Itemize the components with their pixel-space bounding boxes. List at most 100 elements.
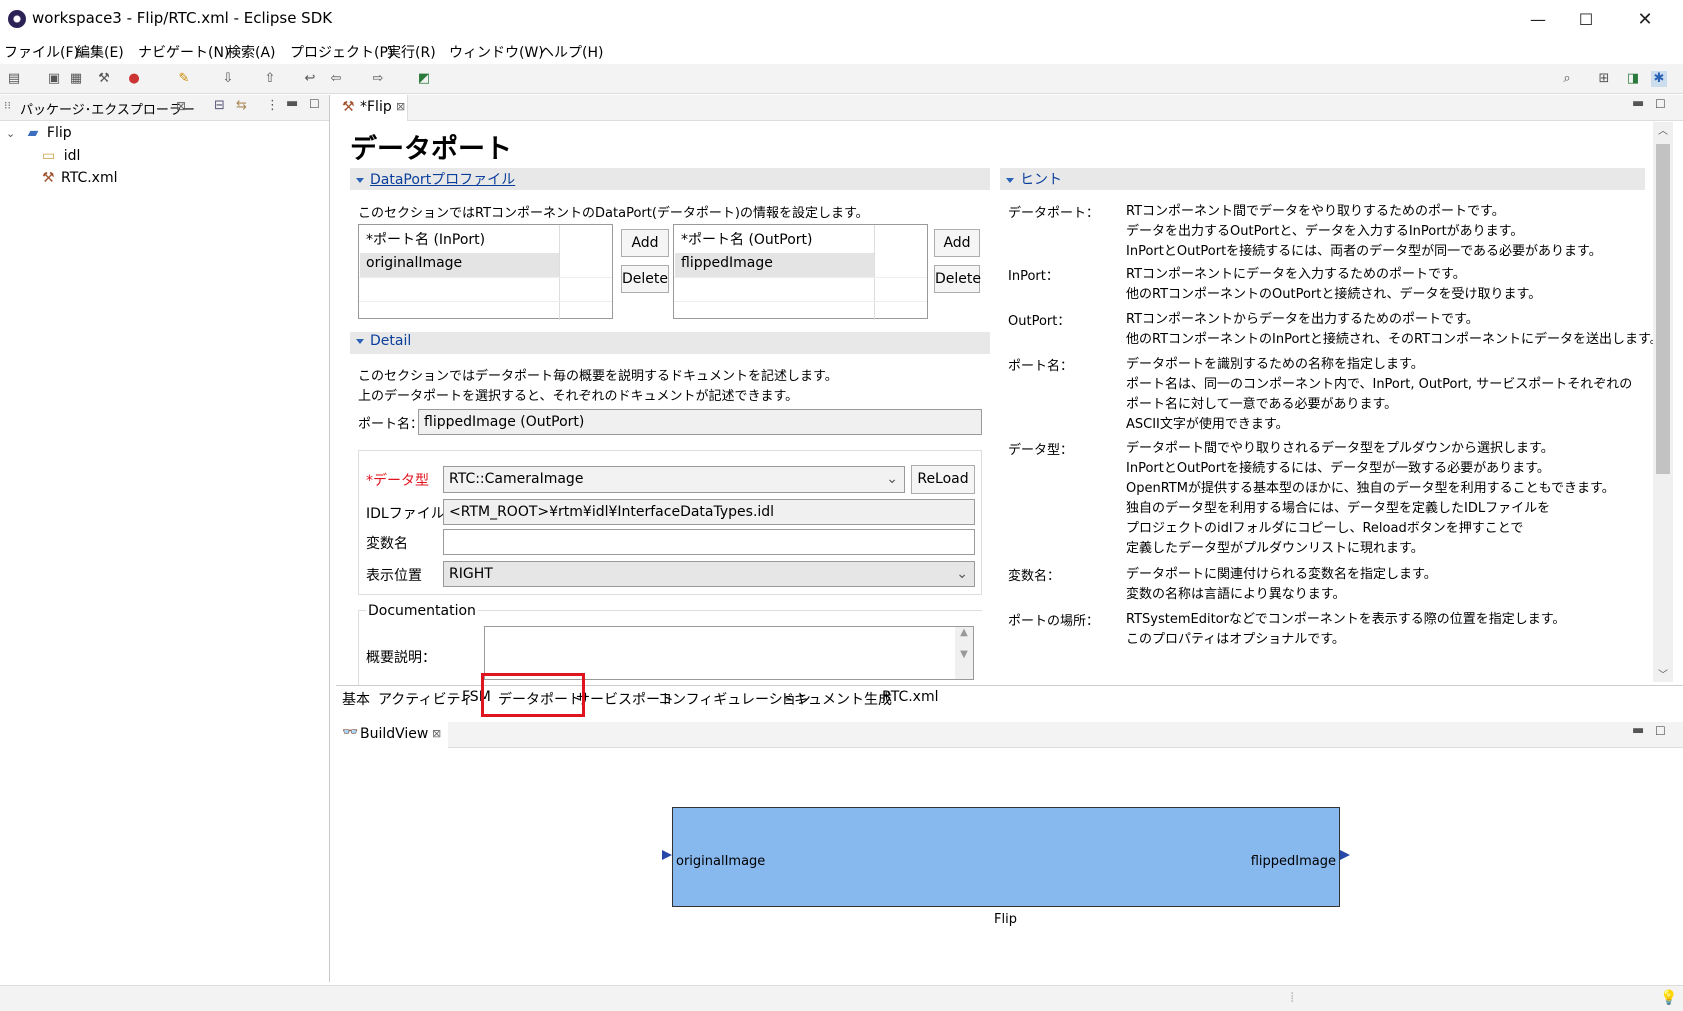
summary-textarea[interactable]: ▲ ▼: [484, 626, 974, 680]
last-edit-icon[interactable]: ↩: [302, 71, 318, 87]
position-select[interactable]: RIGHT ⌄: [443, 561, 975, 587]
menu-edit[interactable]: 編集(E): [76, 42, 124, 62]
datatype-select[interactable]: RTC::CameraImage ⌄: [443, 466, 905, 493]
buildview-tab[interactable]: 👓 BuildView ⊠: [336, 722, 448, 748]
tab-rtc-xml[interactable]: RTC.xml: [882, 689, 938, 705]
forward-icon[interactable]: ⇨: [370, 71, 386, 87]
next-annotation-icon[interactable]: ⇩: [220, 71, 236, 87]
hint-line: 独自のデータ型を利用する場合には、データ型を定義したIDLファイルを: [1126, 501, 1551, 516]
collapse-all-icon[interactable]: ⊟: [214, 98, 225, 113]
hint-section-title: ヒント: [1020, 172, 1062, 188]
back-icon[interactable]: ⇦: [328, 71, 344, 87]
hint-line: 変数の名称は言語により異なります。: [1126, 587, 1346, 602]
expand-chevron-icon[interactable]: ⌄: [6, 127, 15, 140]
search-icon[interactable]: ⌕: [1559, 71, 1575, 87]
folder-icon: ▭: [42, 148, 56, 164]
hint-line: ポート名に対して一意である必要があります。: [1126, 397, 1398, 412]
reload-button[interactable]: ReLoad: [911, 465, 975, 494]
menu-run[interactable]: 実行(R): [387, 42, 436, 62]
hint-line: ASCII文字が使用できます。: [1126, 417, 1289, 432]
outport-row[interactable]: flippedImage: [674, 255, 773, 271]
scrollbar-thumb[interactable]: [1656, 144, 1670, 474]
menu-file[interactable]: ファイル(F): [4, 42, 79, 62]
add-outport-button[interactable]: Add: [934, 229, 980, 257]
prev-annotation-icon[interactable]: ⇧: [262, 71, 278, 87]
editor-tab-active[interactable]: ⚒ *Flip ⊠: [336, 95, 408, 121]
menu-search[interactable]: 検索(A): [227, 42, 276, 62]
expand-icon: [1006, 177, 1014, 183]
editor-scrollbar[interactable]: ︿ ﹀: [1653, 122, 1673, 682]
variable-name-label: 変数名: [366, 536, 408, 552]
tab-basic[interactable]: 基本: [342, 689, 370, 709]
close-icon[interactable]: ⊠: [176, 99, 186, 113]
hint-section-toggle[interactable]: ヒント: [1006, 169, 1062, 189]
tree-item-idl[interactable]: ▭ idl: [42, 148, 80, 164]
close-icon[interactable]: ⊠: [432, 727, 441, 740]
title-bar: workspace3 - Flip/RTC.xml - Eclipse SDK …: [0, 0, 1683, 40]
hint-section-bar: [1000, 168, 1645, 190]
debug-icon[interactable]: ●: [126, 71, 142, 87]
hint-line: RTコンポーネント間でデータをやり取りするためのポートです。: [1126, 204, 1505, 219]
rtc-xml-icon: ⚒: [342, 99, 355, 115]
hint-line: RTコンポーネントからデータを出力するためのポートです。: [1126, 312, 1479, 327]
scroll-down-icon[interactable]: ﹀: [1653, 666, 1673, 682]
detail-section-toggle[interactable]: Detail: [356, 333, 411, 349]
menu-window[interactable]: ウィンドウ(W): [449, 42, 544, 62]
textarea-scrollbar[interactable]: ▲ ▼: [955, 627, 973, 679]
view-menu-icon[interactable]: ⋮: [266, 98, 279, 113]
maximize-view-icon[interactable]: ☐: [1655, 97, 1666, 111]
outport-header[interactable]: *ポート名 (OutPort): [674, 229, 813, 249]
save-icon[interactable]: ▣: [46, 71, 62, 87]
menu-project[interactable]: プロジェクト(P): [290, 42, 393, 62]
profile-section-toggle[interactable]: DataPortプロファイル: [356, 169, 515, 189]
outport-label: flippedImage: [1250, 854, 1336, 869]
chevron-down-icon: ⌄: [956, 566, 968, 582]
hint-key: データ型：: [1008, 443, 1074, 458]
inport-marker[interactable]: [662, 850, 672, 860]
variable-name-input[interactable]: [443, 529, 975, 555]
minimize-view-icon[interactable]: ▬: [286, 96, 298, 111]
inport-header[interactable]: *ポート名 (InPort): [359, 229, 485, 249]
component-block[interactable]: originalImage flippedImage: [672, 807, 1340, 907]
maximize-view-icon[interactable]: ☐: [1655, 724, 1666, 738]
tree-item-flip[interactable]: ⌄ ▰ Flip: [6, 125, 72, 141]
run-icon[interactable]: ✎: [176, 71, 192, 87]
rt-perspective-icon[interactable]: ✱: [1651, 71, 1667, 87]
detail-section-title: Detail: [370, 333, 412, 349]
idl-file-field: <RTM_ROOT>¥rtm¥idl¥InterfaceDataTypes.id…: [443, 499, 975, 525]
save-all-icon[interactable]: ▦: [68, 71, 84, 87]
hint-line: プロジェクトのidlフォルダにコピーし、Reloadボタンを押すことで: [1126, 521, 1524, 536]
open-perspective-icon[interactable]: ◩: [416, 71, 432, 87]
rtc-builder-perspective-icon[interactable]: ◨: [1625, 71, 1641, 87]
build-icon[interactable]: ⚒: [96, 71, 112, 87]
rtc-editor: ⚒ *Flip ⊠ ▬ ☐ データポート DataPortプロファイル このセク…: [336, 95, 1683, 715]
scroll-up-icon[interactable]: ︿: [1653, 122, 1673, 138]
tab-document-generation[interactable]: ドキュメント生成: [780, 689, 892, 709]
menu-navigate[interactable]: ナビゲート(N): [138, 42, 229, 62]
inport-table[interactable]: *ポート名 (InPort) originalImage: [358, 224, 613, 320]
delete-outport-button[interactable]: Delete: [934, 265, 981, 293]
buildview-tabbar: 👓 BuildView ⊠ ▬ ☐: [336, 722, 1683, 748]
close-icon[interactable]: ⊠: [396, 100, 405, 113]
port-name-field: flippedImage (OutPort): [418, 409, 982, 435]
profile-description: このセクションではRTコンポーネントのDataPort(データポート)の情報を設…: [358, 206, 869, 221]
outport-table[interactable]: *ポート名 (OutPort) flippedImage: [673, 224, 928, 320]
maximize-window-button[interactable]: ☐: [1563, 6, 1609, 34]
add-inport-button[interactable]: Add: [621, 229, 669, 257]
minimize-view-icon[interactable]: ▬: [1632, 723, 1644, 738]
menu-help[interactable]: ヘルプ(H): [540, 42, 603, 62]
inport-row[interactable]: originalImage: [359, 255, 462, 271]
tab-activity[interactable]: アクティビティ: [378, 689, 474, 709]
new-icon[interactable]: ▤: [6, 71, 22, 87]
editor-page-tabs: 基本 アクティビティ FSM データポート サービスポート コンフィギュレーショ…: [336, 673, 1683, 717]
tree-item-rtc-xml[interactable]: ⚒ RTC.xml: [42, 170, 118, 186]
close-window-button[interactable]: ✕: [1622, 6, 1668, 34]
delete-inport-button[interactable]: Delete: [621, 265, 669, 293]
package-explorer-tab[interactable]: パッケージ･エクスプローラー: [20, 99, 195, 118]
outport-marker[interactable]: [1340, 850, 1350, 860]
minimize-window-button[interactable]: —: [1515, 6, 1561, 34]
link-editor-icon[interactable]: ⇆: [236, 98, 247, 113]
maximize-view-icon[interactable]: ☐: [309, 97, 320, 111]
open-perspective-icon[interactable]: ⊞: [1596, 71, 1612, 87]
minimize-view-icon[interactable]: ▬: [1632, 96, 1644, 111]
